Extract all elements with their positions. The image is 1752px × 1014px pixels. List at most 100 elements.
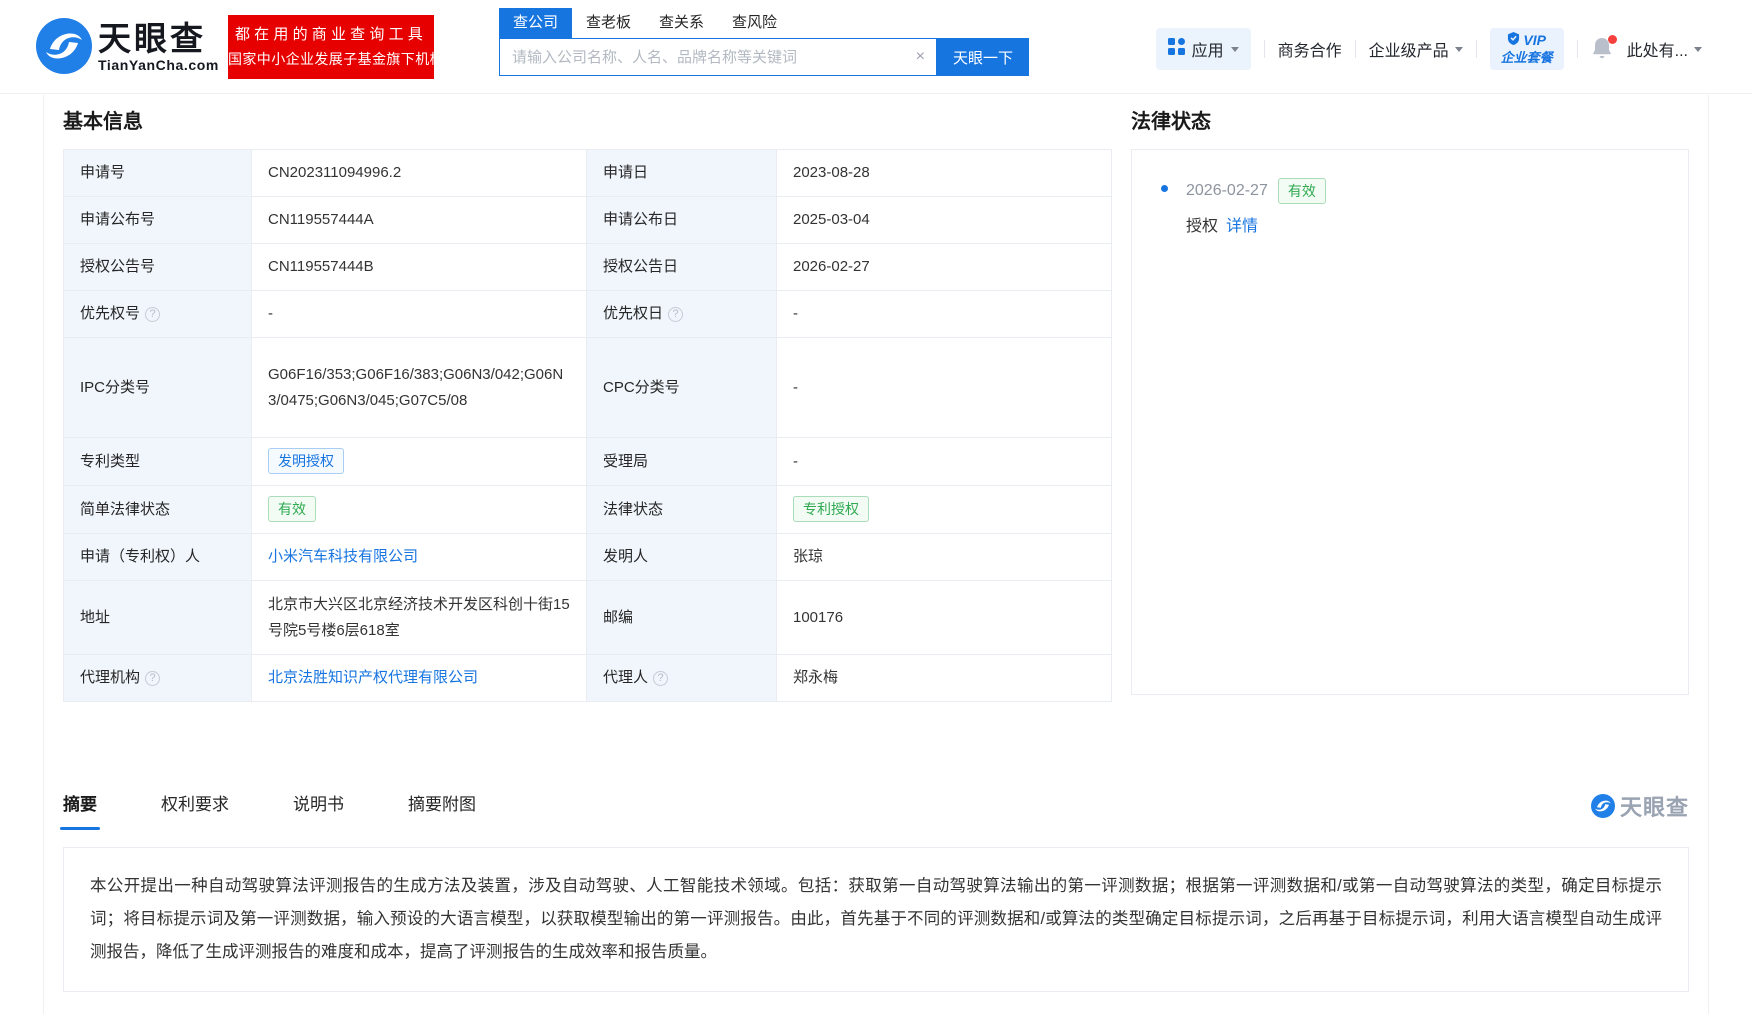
help-icon[interactable] [145,307,160,322]
table-row: 地址 北京市大兴区北京经济技术开发区科创十街15号院5号楼6层618室 邮编 1… [64,581,1112,655]
table-row: 代理机构 北京法胜知识产权代理有限公司 代理人 郑永梅 [64,655,1112,702]
field-value: CN202311094996.2 [252,150,587,197]
detail-tabs: 摘要 权利要求 说明书 摘要附图 天眼查 [63,790,1689,830]
field-label: 优先权日 [587,291,777,338]
field-label: 地址 [64,581,252,655]
apps-grid-icon [1168,38,1185,60]
divider [1355,40,1356,58]
field-label: 优先权号 [64,291,252,338]
legal-status-desc: 授权 [1186,218,1218,235]
abstract-text-panel: 本公开提出一种自动驾驶算法评测报告的生成方法及装置，涉及自动驾驶、人工智能技术领… [63,847,1689,992]
field-label: 授权公告日 [587,244,777,291]
field-label: 法律状态 [587,486,777,534]
basic-info-table: 申请号 CN202311094996.2 申请日 2023-08-28 申请公布… [63,149,1112,702]
tab-description[interactable]: 说明书 [293,790,344,830]
field-label: 邮编 [587,581,777,655]
field-value: CN119557444B [252,244,587,291]
apps-menu-button[interactable]: 应用 [1156,28,1251,70]
apps-label: 应用 [1192,37,1224,61]
field-label: 发明人 [587,534,777,581]
table-row: 申请号 CN202311094996.2 申请日 2023-08-28 [64,150,1112,197]
tianyancha-logo[interactable]: 天眼查 TianYanCha.com [36,18,219,74]
field-value: - [252,291,587,338]
enterprise-label: 企业级产品 [1369,37,1449,61]
search-tab-relation[interactable]: 查关系 [645,8,718,38]
field-label: 申请（专利权）人 [64,534,252,581]
notification-bell-icon[interactable] [1591,36,1615,62]
user-menu-label: 此处有... [1627,37,1688,61]
tianyancha-swirl-icon [1591,794,1615,818]
field-label-text: 代理人 [603,669,648,686]
field-value: 有效 [252,486,587,534]
search-tab-company[interactable]: 查公司 [499,8,572,38]
field-value: 专利授权 [777,486,1112,534]
user-menu[interactable]: 此处有... [1627,37,1702,61]
table-row: 优先权号 - 优先权日 - [64,291,1112,338]
clear-icon[interactable]: × [916,38,925,76]
vip-package-label: 企业套餐 [1501,49,1553,66]
field-value: CN119557444A [252,197,587,244]
field-label: 专利类型 [64,438,252,486]
table-row: 申请公布号 CN119557444A 申请公布日 2025-03-04 [64,197,1112,244]
field-value: - [777,438,1112,486]
nav-enterprise-products[interactable]: 企业级产品 [1369,37,1463,61]
divider [1476,40,1477,58]
applicant-link[interactable]: 小米汽车科技有限公司 [268,548,418,565]
field-label: 授权公告号 [64,244,252,291]
bullet-dot-icon [1161,185,1168,192]
vip-label: VIP [1523,32,1546,49]
site-header: 天眼查 TianYanCha.com 都在用的商业查询工具 国家中小企业发展子基… [0,0,1752,94]
field-value: 郑永梅 [777,655,1112,702]
help-icon[interactable] [653,671,668,686]
search-button[interactable]: 天眼一下 [937,38,1029,76]
divider [1264,40,1265,58]
nav-business-cooperation[interactable]: 商务合作 [1278,37,1342,61]
field-label: 代理机构 [64,655,252,702]
table-row: 授权公告号 CN119557444B 授权公告日 2026-02-27 [64,244,1112,291]
field-label: 受理局 [587,438,777,486]
vip-shield-icon [1507,32,1520,49]
chevron-down-icon [1231,47,1239,52]
field-value: 2023-08-28 [777,150,1112,197]
legal-status-detail-link[interactable]: 详情 [1226,218,1258,235]
legal-status-valid-tag: 有效 [1278,178,1326,204]
field-label: 简单法律状态 [64,486,252,534]
patent-detail-card: 基本信息 申请号 CN202311094996.2 申请日 2023-08-28… [43,95,1709,1014]
field-label-text: 优先权号 [80,305,140,322]
search-tabs: 查公司 查老板 查关系 查风险 [499,8,1029,38]
field-value: 发明授权 [252,438,587,486]
slogan-line1: 都在用的商业查询工具 [228,22,434,47]
search-input[interactable] [499,38,937,76]
search-tab-boss[interactable]: 查老板 [572,8,645,38]
field-value: 100176 [777,581,1112,655]
header-nav: 应用 商务合作 企业级产品 VIP 企业套餐 [1156,27,1702,71]
tab-claims[interactable]: 权利要求 [161,790,229,830]
tab-abstract-figure[interactable]: 摘要附图 [408,790,476,830]
help-icon[interactable] [145,671,160,686]
slogan-line2: 国家中小企业发展子基金旗下机构 [228,47,434,72]
search-area: 查公司 查老板 查关系 查风险 × 天眼一下 [499,8,1029,76]
slogan-badge: 都在用的商业查询工具 国家中小企业发展子基金旗下机构 [228,15,434,79]
table-row: IPC分类号 G06F16/353;G06F16/383;G06N3/042;G… [64,338,1112,438]
legal-status-tag: 专利授权 [793,496,869,522]
field-label: 代理人 [587,655,777,702]
tab-abstract[interactable]: 摘要 [63,790,97,830]
field-label: 申请公布号 [64,197,252,244]
tianyancha-watermark: 天眼查 [1591,790,1689,822]
field-value: - [777,338,1112,438]
field-label: 申请号 [64,150,252,197]
patent-type-tag[interactable]: 发明授权 [268,448,344,474]
brand-name: 天眼查 [98,20,219,57]
agency-link[interactable]: 北京法胜知识产权代理有限公司 [268,669,478,686]
field-label: IPC分类号 [64,338,252,438]
notification-dot [1608,35,1617,44]
field-label-text: 代理机构 [80,669,140,686]
vip-package-button[interactable]: VIP 企业套餐 [1490,28,1564,70]
table-row: 申请（专利权）人 小米汽车科技有限公司 发明人 张琼 [64,534,1112,581]
watermark-text: 天眼查 [1620,790,1689,822]
field-value: 2025-03-04 [777,197,1112,244]
help-icon[interactable] [668,307,683,322]
field-label: 申请日 [587,150,777,197]
field-label-text: 优先权日 [603,305,663,322]
search-tab-risk[interactable]: 查风险 [718,8,791,38]
